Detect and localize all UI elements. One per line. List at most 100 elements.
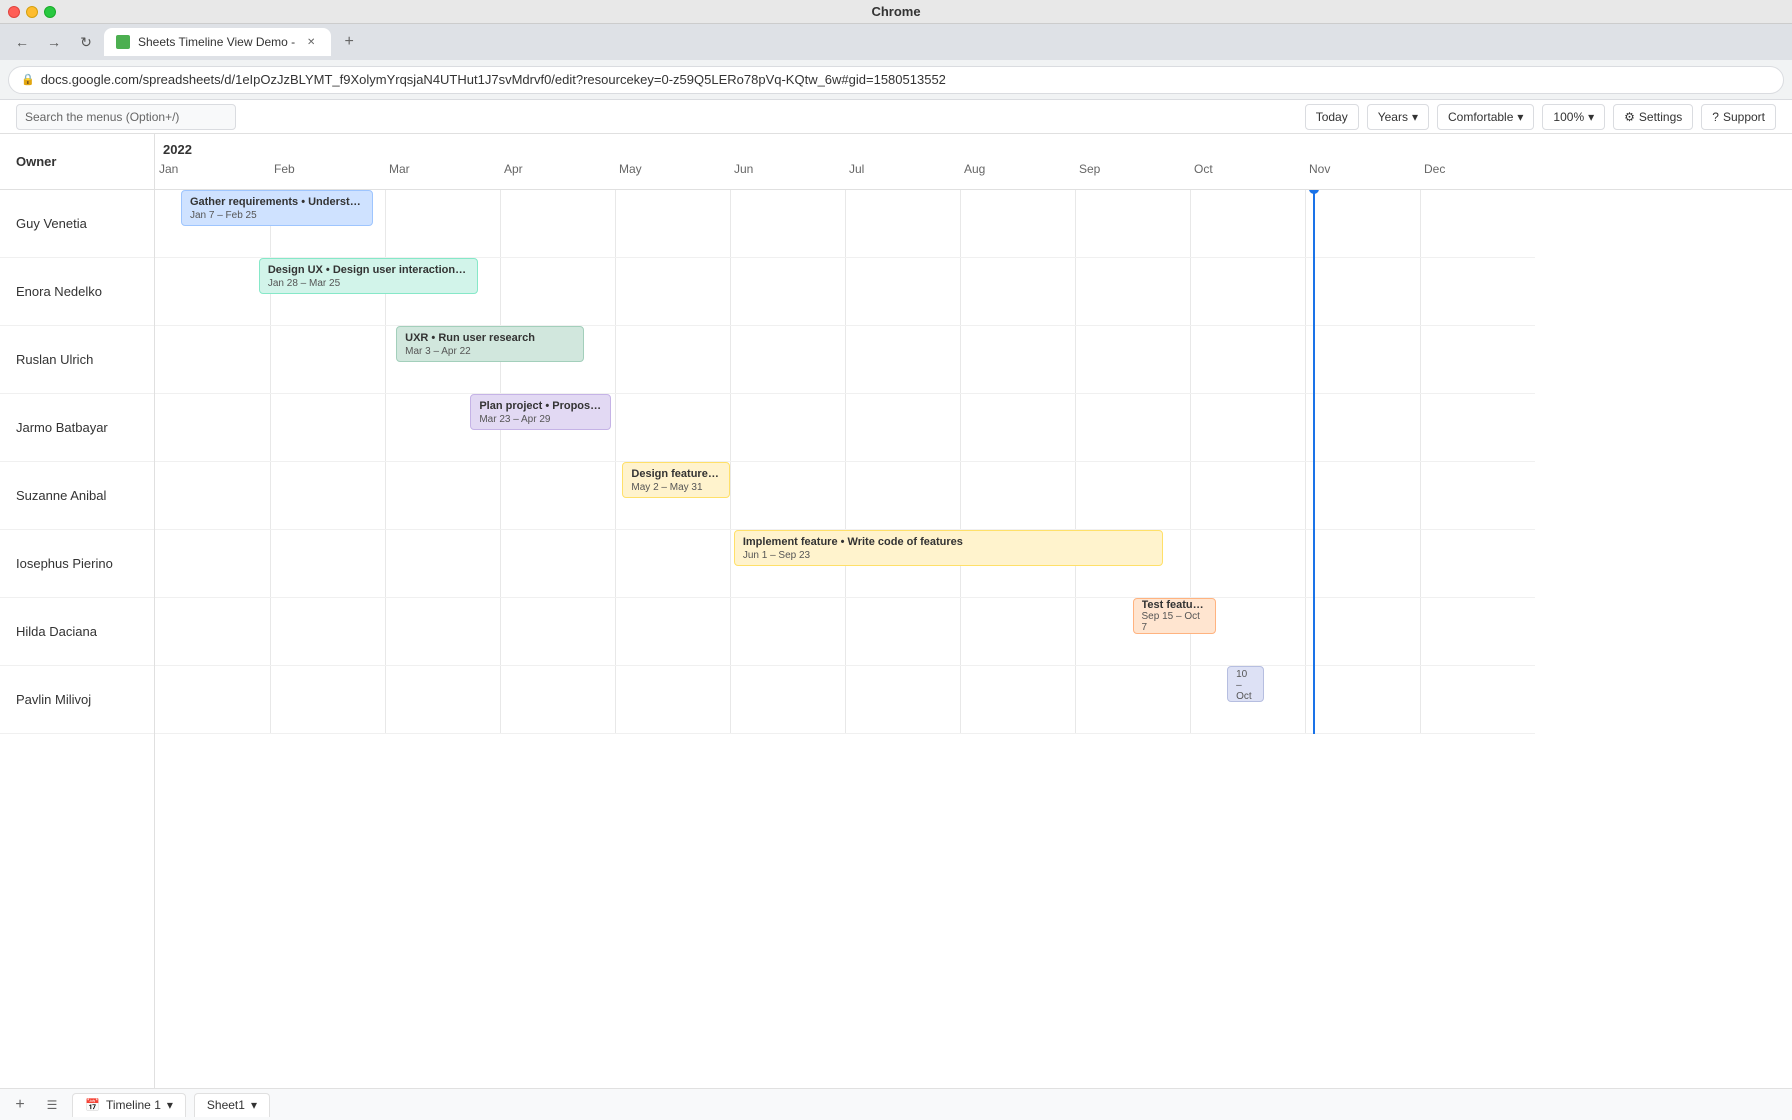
- month-divider: [500, 530, 501, 597]
- task-bar[interactable]: Rollout • Happy end usersOct 10 – Oct 20: [1227, 666, 1264, 702]
- close-button[interactable]: [8, 6, 20, 18]
- month-divider: [270, 326, 271, 393]
- address-bar[interactable]: 🔒 docs.google.com/spreadsheets/d/1eIpOzJ…: [8, 66, 1784, 94]
- month-divider: [1305, 598, 1306, 665]
- month-divider: [1190, 530, 1191, 597]
- owner-row: Guy Venetia: [0, 190, 154, 258]
- mac-window-controls: [8, 6, 56, 18]
- month-divider: [385, 666, 386, 733]
- month-label: May: [615, 162, 730, 176]
- month-label: Sep: [1075, 162, 1190, 176]
- month-divider: [615, 326, 616, 393]
- years-button[interactable]: Years ▾: [1367, 104, 1429, 130]
- month-divider: [1190, 326, 1191, 393]
- settings-button[interactable]: ⚙ Settings: [1613, 104, 1693, 130]
- tab-title: Sheets Timeline View Demo -: [138, 35, 295, 49]
- month-divider: [960, 190, 961, 257]
- month-divider: [1305, 394, 1306, 461]
- month-divider: [1075, 258, 1076, 325]
- month-divider: [500, 462, 501, 529]
- month-divider: [270, 394, 271, 461]
- month-divider: [385, 598, 386, 665]
- month-label: Jan: [155, 162, 270, 176]
- month-divider: [615, 190, 616, 257]
- back-button[interactable]: ←: [8, 28, 36, 56]
- search-menu-placeholder: Search the menus (Option+/): [25, 110, 179, 124]
- month-divider: [270, 462, 271, 529]
- chevron-down-icon: ▾: [1588, 110, 1594, 124]
- month-label: Nov: [1305, 162, 1420, 176]
- timeline-container: Owner Guy VenetiaEnora NedelkoRuslan Ulr…: [0, 134, 1792, 1088]
- zoom-button[interactable]: 100% ▾: [1542, 104, 1605, 130]
- month-divider: [845, 326, 846, 393]
- url-text: docs.google.com/spreadsheets/d/1eIpOzJzB…: [41, 72, 1771, 87]
- today-button[interactable]: Today: [1305, 104, 1359, 130]
- task-bar[interactable]: Implement feature • Write code of featur…: [734, 530, 1163, 566]
- timeline-icon: 📅: [85, 1098, 100, 1112]
- task-bar[interactable]: Gather requirements • Understand user re…: [181, 190, 373, 226]
- month-divider: [1075, 326, 1076, 393]
- minimize-button[interactable]: [26, 6, 38, 18]
- forward-button[interactable]: →: [40, 28, 68, 56]
- month-divider: [270, 530, 271, 597]
- owner-rows: Guy VenetiaEnora NedelkoRuslan UlrichJar…: [0, 190, 154, 734]
- new-tab-button[interactable]: +: [335, 28, 363, 56]
- month-divider: [1305, 258, 1306, 325]
- month-divider: [960, 258, 961, 325]
- sheets-list-button[interactable]: ☰: [40, 1093, 64, 1117]
- month-divider: [385, 462, 386, 529]
- month-divider: [960, 598, 961, 665]
- task-bar[interactable]: UXR • Run user researchMar 3 – Apr 22: [396, 326, 584, 362]
- grid-row: [155, 394, 1535, 462]
- gear-icon: ⚙: [1624, 110, 1635, 124]
- timeline-grid[interactable]: 2022 JanFebMarAprMayJunJulAugSepOctNovDe…: [155, 134, 1792, 1088]
- month-divider: [730, 530, 731, 597]
- chrome-tab-bar: ← → ↻ Sheets Timeline View Demo - ✕ +: [0, 24, 1792, 60]
- comfortable-button[interactable]: Comfortable ▾: [1437, 104, 1534, 130]
- browser-tab[interactable]: Sheets Timeline View Demo - ✕: [104, 28, 331, 56]
- owner-row: Jarmo Batbayar: [0, 394, 154, 462]
- app-name: Chrome: [871, 4, 920, 19]
- month-divider: [960, 666, 961, 733]
- month-divider: [1075, 598, 1076, 665]
- bottom-bar: + ☰ 📅 Timeline 1 ▾ Sheet1 ▾: [0, 1088, 1792, 1120]
- task-bar[interactable]: Design feature • Eng design of featuresM…: [622, 462, 730, 498]
- maximize-button[interactable]: [44, 6, 56, 18]
- reload-button[interactable]: ↻: [72, 28, 100, 56]
- owner-column-header: Owner: [0, 134, 154, 190]
- sheets-toolbar: Search the menus (Option+/) Today Years …: [0, 100, 1792, 134]
- sheet1-tab[interactable]: Sheet1 ▾: [194, 1093, 270, 1117]
- task-bar[interactable]: Design UX • Design user interactions and…: [259, 258, 478, 294]
- month-divider: [1190, 666, 1191, 733]
- grid-row: [155, 598, 1535, 666]
- add-sheet-button[interactable]: +: [8, 1093, 32, 1117]
- grid-row: [155, 326, 1535, 394]
- year-label: 2022: [155, 142, 192, 157]
- task-bar[interactable]: Plan project • Propose project details t…: [470, 394, 611, 430]
- month-divider: [1075, 666, 1076, 733]
- month-divider: [1190, 258, 1191, 325]
- month-divider: [500, 258, 501, 325]
- owner-row: Pavlin Milivoj: [0, 666, 154, 734]
- month-divider: [1305, 462, 1306, 529]
- task-bar[interactable]: Test feature • QA pass and dogfoodSep 15…: [1133, 598, 1216, 634]
- month-divider: [1305, 666, 1306, 733]
- month-divider: [1420, 258, 1421, 325]
- support-button[interactable]: ? Support: [1701, 104, 1776, 130]
- month-divider: [615, 666, 616, 733]
- timeline-tab[interactable]: 📅 Timeline 1 ▾: [72, 1093, 186, 1117]
- tab-close-button[interactable]: ✕: [303, 34, 319, 50]
- month-divider: [1075, 462, 1076, 529]
- search-menu-input[interactable]: Search the menus (Option+/): [16, 104, 236, 130]
- month-label: Aug: [960, 162, 1075, 176]
- owner-row: Suzanne Anibal: [0, 462, 154, 530]
- month-divider: [845, 258, 846, 325]
- month-divider: [1420, 190, 1421, 257]
- month-label: Mar: [385, 162, 500, 176]
- month-divider: [500, 598, 501, 665]
- month-label: Jun: [730, 162, 845, 176]
- owner-row: Iosephus Pierino: [0, 530, 154, 598]
- month-divider: [500, 666, 501, 733]
- question-icon: ?: [1712, 110, 1719, 124]
- month-divider: [1420, 326, 1421, 393]
